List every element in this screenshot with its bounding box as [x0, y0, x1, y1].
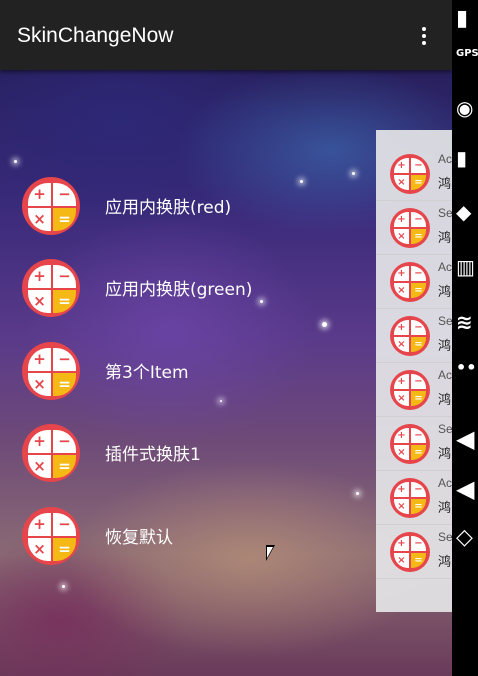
menu-item-restore-default[interactable]: + − × = 恢复默认: [20, 505, 350, 567]
menu-item-label: 第3个Item: [105, 363, 189, 383]
list-item-subtitle: 鸿: [438, 555, 452, 570]
list-item-title: Ac: [438, 368, 452, 382]
network-icon[interactable]: ≋: [456, 310, 478, 334]
star-decoration: [352, 172, 355, 175]
app-toolbar: SkinChangeNow: [0, 0, 452, 70]
app-screen: SkinChangeNow + − × = 应用内换肤(red) + − × = 应用内…: [0, 0, 452, 676]
more-icon[interactable]: ••: [456, 358, 478, 377]
list-item-title: Ac: [438, 476, 452, 490]
calculator-icon: + − × =: [390, 262, 430, 302]
list-item-title: Se: [438, 422, 452, 436]
list-item-subtitle: 鸿: [438, 177, 452, 192]
list-item[interactable]: + − × = Se 鸿: [376, 200, 452, 255]
list-item[interactable]: + − × = Se 鸿: [376, 524, 452, 579]
battery-icon[interactable]: ▮: [456, 6, 478, 31]
list-item[interactable]: + − × = Ac 鸿: [376, 362, 452, 417]
star-decoration: [356, 492, 359, 495]
calculator-icon: + − × =: [22, 177, 80, 235]
calculator-icon: + − × =: [390, 316, 430, 356]
list-item-subtitle: 鸿: [438, 231, 452, 246]
menu-item-label: 应用内换肤(green): [105, 280, 253, 300]
menu-item-label: 插件式换肤1: [105, 445, 201, 465]
volume-up-icon[interactable]: ◀: [456, 425, 478, 453]
list-item-subtitle: 鸿: [438, 285, 452, 300]
list-item-subtitle: 鸿: [438, 393, 452, 408]
list-item-subtitle: 鸿: [438, 447, 452, 462]
webcam-icon[interactable]: ◉: [456, 96, 478, 120]
menu-item-third[interactable]: + − × = 第3个Item: [20, 340, 350, 402]
calculator-icon: + − × =: [22, 424, 80, 482]
calculator-icon: + − × =: [22, 342, 80, 400]
calculator-icon: + − × =: [390, 532, 430, 572]
calculator-icon: + − × =: [390, 478, 430, 518]
list-item[interactable]: + − × = Ac 鸿: [376, 470, 452, 525]
star-decoration: [62, 585, 65, 588]
menu-item-red-skin[interactable]: + − × = 应用内换肤(red): [20, 175, 350, 237]
media-icon[interactable]: ▥: [456, 255, 478, 279]
calculator-icon: + − × =: [390, 208, 430, 248]
list-item[interactable]: + − × = Se 鸿: [376, 308, 452, 363]
overflow-menu-icon[interactable]: [414, 24, 434, 48]
gps-icon[interactable]: GPS: [456, 48, 478, 59]
list-item-subtitle: 鸿: [438, 339, 452, 354]
side-list-panel: + − × = Ac 鸿 + − × = Se 鸿 + − × = Ac 鸿 + −: [376, 130, 452, 612]
menu-item-label: 恢复默认: [105, 528, 173, 548]
list-item-title: Se: [438, 530, 452, 544]
menu-item-green-skin[interactable]: + − × = 应用内换肤(green): [20, 257, 350, 319]
dpad-icon[interactable]: ◆: [456, 200, 478, 224]
calculator-icon: + − × =: [22, 507, 80, 565]
star-decoration: [322, 322, 327, 327]
calculator-icon: + − × =: [22, 259, 80, 317]
calculator-icon: + − × =: [390, 370, 430, 410]
star-decoration: [14, 160, 17, 163]
camera-icon[interactable]: ▮: [456, 146, 478, 170]
list-item-title: Ac: [438, 260, 452, 274]
list-item-subtitle: 鸿: [438, 501, 452, 516]
list-item[interactable]: + − × = Ac 鸿: [376, 146, 452, 201]
list-item-title: Se: [438, 206, 452, 220]
menu-item-label: 应用内换肤(red): [105, 198, 232, 218]
list-item[interactable]: + − × = Se 鸿: [376, 416, 452, 471]
menu-item-plugin-skin[interactable]: + − × = 插件式换肤1: [20, 422, 350, 484]
list-item[interactable]: + − × = Ac 鸿: [376, 254, 452, 309]
rotate-icon[interactable]: ◇: [456, 525, 478, 550]
list-item-title: Se: [438, 314, 452, 328]
volume-down-icon[interactable]: ◀: [456, 475, 478, 503]
mouse-pointer-icon: [266, 545, 275, 561]
calculator-icon: + − × =: [390, 154, 430, 194]
list-item-title: Ac: [438, 152, 452, 166]
calculator-icon: + − × =: [390, 424, 430, 464]
app-title: SkinChangeNow: [17, 24, 174, 47]
